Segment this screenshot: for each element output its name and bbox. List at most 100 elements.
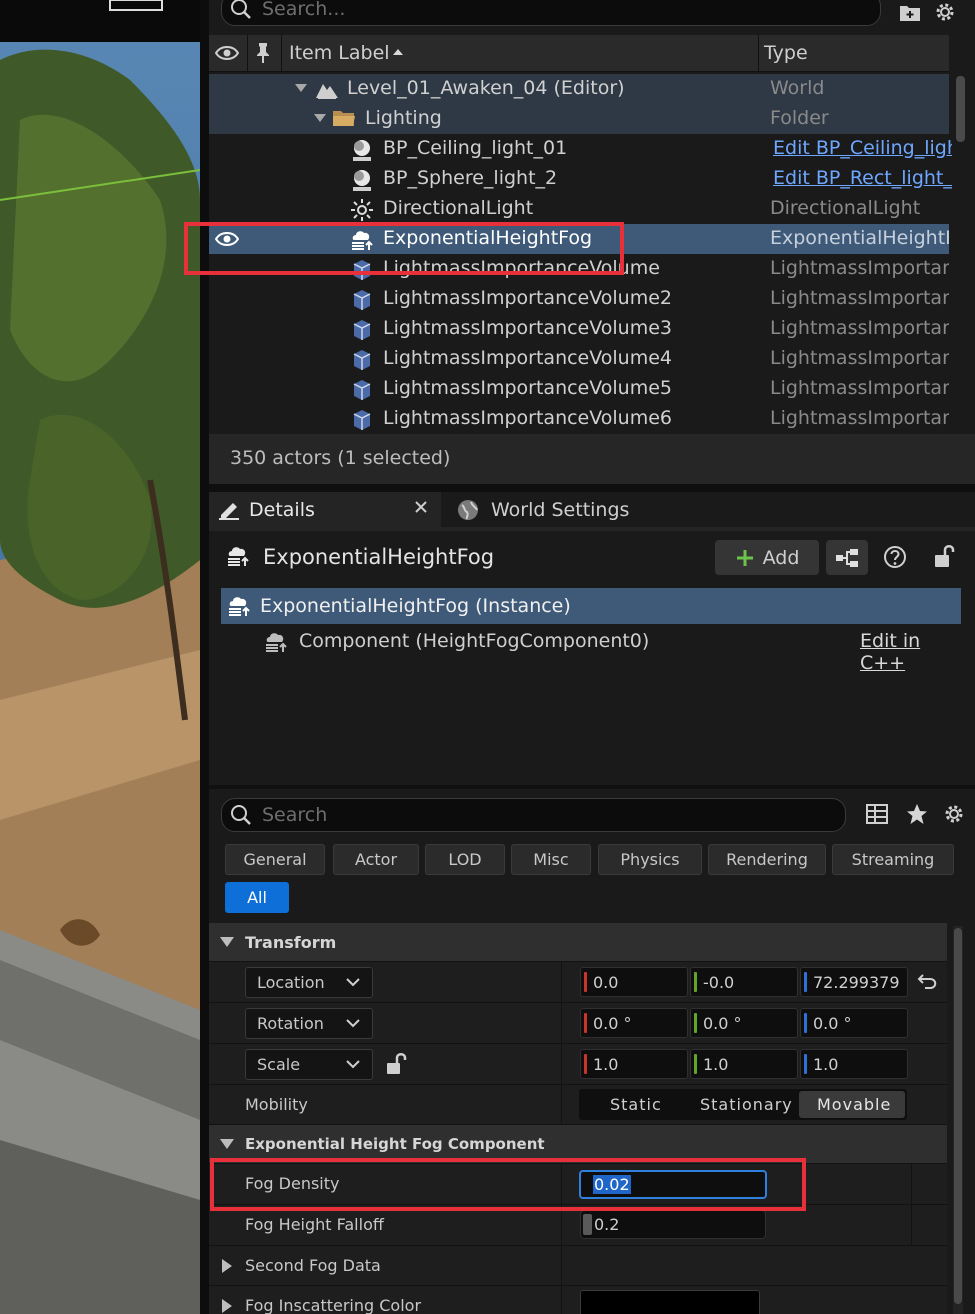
tree-row-level[interactable]: Level_01_Awaken_04 (Editor) World [209,74,949,104]
property-fog-inscattering-color[interactable]: Fog Inscattering Color [209,1286,947,1314]
details-actor-name: ExponentialHeightFog [263,545,495,569]
property-label: Location [257,973,325,992]
tab-underline [209,527,975,531]
rotation-dropdown[interactable]: Rotation [245,1008,373,1039]
component-row-heightfog[interactable]: Component (HeightFogComponent0) Edit in … [221,624,961,674]
tree-row-lightmass-volume[interactable]: LightmassImportanceVolume2 LightmassImpo… [209,284,949,314]
rotation-x-field[interactable]: 0.0 ° [580,1008,688,1038]
location-y-field[interactable]: -0.0 [690,967,798,997]
outliner-search-input[interactable] [262,0,880,20]
highlight-box-fog-density [210,1158,806,1211]
details-search[interactable] [221,798,846,832]
tree-row-bp-sphere[interactable]: BP_Sphere_light_2 Edit BP_Rect_light_( [209,164,952,194]
details-search-input[interactable] [262,804,845,826]
filter-physics[interactable]: Physics [598,844,702,875]
panel-divider [209,484,975,492]
scale-x-field[interactable]: 1.0 [580,1049,688,1079]
filter-all[interactable]: All [225,882,289,913]
chevron-down-icon [346,1015,360,1035]
scale-lock-icon[interactable] [385,1052,407,1076]
filter-lod[interactable]: LOD [425,844,505,875]
unlock-icon[interactable] [932,543,956,569]
outliner-status-bar: 350 actors (1 selected) [209,434,975,484]
section-title: Transform [245,933,337,952]
highlight-box-selected-actor [184,222,624,275]
edit-blueprint-link[interactable]: Edit BP_Rect_light_( [773,167,952,189]
volume-cube-icon [350,348,372,370]
rotation-y-field[interactable]: 0.0 ° [690,1008,798,1038]
filter-misc[interactable]: Misc [511,844,591,875]
add-folder-icon[interactable] [898,0,922,24]
level-viewport[interactable] [0,0,200,1314]
property-label: Rotation [257,1014,324,1033]
tree-row-lightmass-volume[interactable]: LightmassImportanceVolume5 LightmassImpo… [209,374,949,404]
color-swatch[interactable] [580,1290,760,1314]
tree-row-lightmass-volume[interactable]: LightmassImportanceVolume4 LightmassImpo… [209,344,949,374]
property-fog-height-falloff: Fog Height Falloff 0.2 [209,1205,947,1246]
filter-actor[interactable]: Actor [333,844,419,875]
fog-falloff-slider[interactable]: 0.2 [580,1210,766,1239]
field-value: 72.299379 [813,972,900,992]
tree-row-lightmass-volume[interactable]: LightmassImportanceVolume3 LightmassImpo… [209,314,949,344]
plus-icon [735,548,755,568]
blueprint-button[interactable] [826,540,868,575]
filter-streaming[interactable]: Streaming [832,844,954,875]
add-component-button[interactable]: Add [715,540,819,575]
details-settings-gear-icon[interactable] [943,803,965,825]
mobility-stationary[interactable]: Stationary [700,1095,793,1114]
help-icon[interactable] [883,545,907,569]
field-value: 1.0 [703,1054,729,1074]
scale-z-field[interactable]: 1.0 [800,1049,908,1079]
mobility-movable[interactable]: Movable [799,1091,905,1118]
mobility-toggle: Static Stationary Movable [579,1089,907,1120]
panel-splitter[interactable] [200,0,209,1314]
edit-blueprint-link[interactable]: Edit BP_Ceiling_ligh [773,137,952,159]
tree-row-label: BP_Ceiling_light_01 [383,137,568,159]
outliner-settings-gear-icon[interactable] [933,0,957,24]
field-value: 0.0 ° [593,1013,632,1033]
scale-y-field[interactable]: 1.0 [690,1049,798,1079]
table-view-icon[interactable] [865,803,889,825]
tree-row-bp-ceiling[interactable]: BP_Ceiling_light_01 Edit BP_Ceiling_ligh [209,134,952,164]
location-z-field[interactable]: 72.299379 [800,967,908,997]
property-location: Location 0.0 -0.0 72.299379 [209,962,947,1003]
scale-dropdown[interactable]: Scale [245,1049,373,1080]
edit-in-cpp-link[interactable]: Edit in C++ [860,630,961,674]
expand-arrow-icon[interactable] [314,114,326,122]
close-tab-icon[interactable] [414,500,428,514]
tab-world-settings[interactable]: World Settings [457,492,657,527]
tree-row-lighting-folder[interactable]: Lighting Folder [209,104,949,134]
pin-icon[interactable] [255,42,271,64]
section-header-transform[interactable]: Transform [209,923,947,962]
tree-row-lightmass-volume[interactable]: LightmassImportanceVolume6 LightmassImpo… [209,404,949,434]
property-rotation: Rotation 0.0 ° 0.0 ° 0.0 ° [209,1003,947,1044]
chevron-down-icon [346,1056,360,1076]
rotation-z-field[interactable]: 0.0 ° [800,1008,908,1038]
visibility-eye-icon[interactable] [215,43,239,63]
reset-to-default-icon[interactable] [917,972,937,990]
mobility-static[interactable]: Static [610,1095,662,1114]
expand-arrow-icon [222,1299,232,1313]
filter-general[interactable]: General [225,844,325,875]
details-scrollbar[interactable] [954,928,962,1304]
search-icon [230,0,252,20]
location-x-field[interactable]: 0.0 [580,967,688,997]
component-row-instance[interactable]: ExponentialHeightFog (Instance) [221,588,961,624]
tree-row-label: LightmassImportanceVolume2 [383,287,672,309]
outliner-search[interactable] [221,0,881,26]
column-type[interactable]: Type [764,42,808,64]
component-label: Component (HeightFogComponent0) [299,630,650,652]
collapse-arrow-icon [220,1139,234,1149]
column-item-label[interactable]: Item Label [289,42,390,64]
component-divider [209,785,975,789]
favorites-star-icon[interactable] [906,803,928,825]
tab-details[interactable]: Details [209,492,441,527]
expand-arrow-icon[interactable] [295,84,307,92]
edit-pencil-icon [217,499,241,521]
filter-rendering[interactable]: Rendering [708,844,826,875]
outliner-scrollbar[interactable] [956,76,965,142]
property-second-fog-data[interactable]: Second Fog Data [209,1246,947,1286]
property-label: Second Fog Data [245,1256,381,1275]
location-dropdown[interactable]: Location [245,967,373,998]
tree-row-directional-light[interactable]: DirectionalLight DirectionalLight [209,194,949,224]
